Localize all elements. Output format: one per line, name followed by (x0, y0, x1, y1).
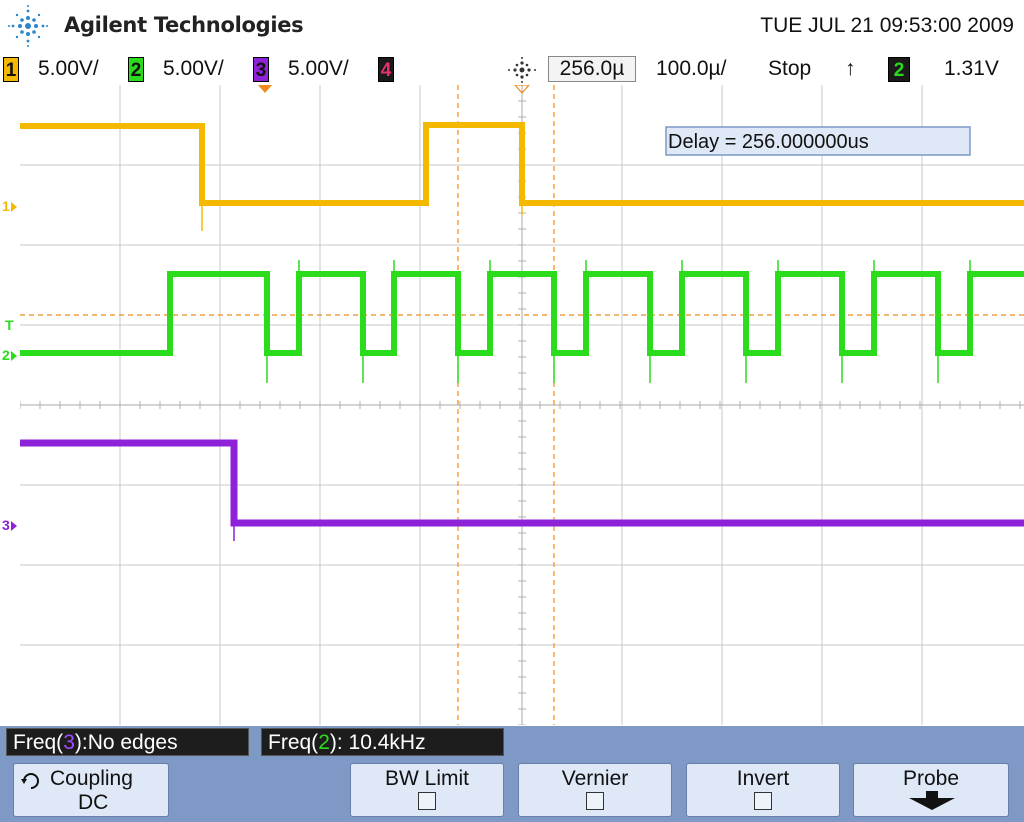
probe-softkey[interactable]: Probe (853, 763, 1009, 817)
measurement-label: Freq( (13, 731, 64, 754)
date-time: TUE JUL 21 09:53:00 2009 (760, 14, 1014, 37)
invert-label: Invert (736, 767, 790, 790)
brand-name: Agilent Technologies (64, 13, 304, 37)
invert-softkey[interactable]: Invert (686, 763, 840, 817)
channel-4-badge[interactable]: 4 (378, 57, 394, 82)
probe-label: Probe (902, 767, 960, 790)
run-state: Stop (768, 57, 812, 80)
coupling-label: Coupling (50, 767, 133, 790)
trigger-level: 1.31V (944, 57, 999, 80)
channel-1-scale: 5.00V/ (38, 57, 99, 80)
bw-limit-softkey[interactable]: BW Limit (350, 763, 504, 817)
acquisition-icon (508, 57, 536, 83)
submenu-arrow-icon (909, 791, 955, 810)
coupling-softkey[interactable]: Coupling DC (13, 763, 169, 817)
vernier-softkey[interactable]: Vernier (518, 763, 672, 817)
measurement-label: Freq( (268, 731, 319, 754)
channel-2-marker[interactable]: 2 (2, 347, 10, 363)
coupling-value: DC (78, 791, 109, 814)
delay-display[interactable]: 256.0µ (548, 56, 636, 82)
channel-3-badge[interactable]: 3 (253, 57, 269, 82)
measurement-freq-ch3: Freq(3):No edges (6, 728, 249, 756)
rotate-knob-icon (21, 773, 39, 789)
softkey-panel: Freq(3):No edges Freq(2): 10.4kHz Coupli… (0, 726, 1024, 822)
channel-3-scale: 5.00V/ (288, 57, 349, 80)
channel-2-scale: 5.00V/ (163, 57, 224, 80)
channel-1-arrow-icon (11, 202, 17, 212)
invert-checkbox[interactable] (754, 792, 772, 810)
title-bar: Agilent Technologies TUE JUL 21 09:53:00… (0, 0, 1024, 52)
measurement-channel: 3 (63, 731, 75, 754)
trigger-marker[interactable]: T (5, 317, 14, 333)
measurement-channel: 2 (318, 731, 330, 754)
channel-marker-strip: 1 T 2 3 (0, 85, 20, 725)
trigger-source-badge: 2 (888, 57, 910, 82)
measurement-value: ): 10.4kHz (329, 731, 426, 754)
channel-1-marker[interactable]: 1 (2, 198, 10, 214)
agilent-logo-icon (8, 5, 48, 47)
delay-readout: Delay = 256.000000us (668, 131, 869, 153)
measurement-value: ):No edges (74, 731, 178, 754)
channel-2-arrow-icon (11, 351, 17, 361)
channel-3-marker[interactable]: 3 (2, 517, 10, 533)
channel-3-arrow-icon (11, 521, 17, 531)
measurement-freq-ch2: Freq(2): 10.4kHz (261, 728, 504, 756)
timebase-scale: 100.0µ/ (656, 57, 727, 80)
status-bar: 1 5.00V/ 2 5.00V/ 3 5.00V/ 4 256.0µ 100.… (0, 53, 1024, 87)
channel-1-badge[interactable]: 1 (3, 57, 19, 82)
trigger-slope-icon: ↑ (845, 57, 856, 80)
bw-limit-label: BW Limit (385, 767, 469, 790)
channel-2-badge[interactable]: 2 (128, 57, 144, 82)
bw-limit-checkbox[interactable] (418, 792, 436, 810)
waveform-display[interactable]: Delay = 256.000000us (20, 85, 1024, 725)
vernier-label: Vernier (561, 767, 629, 790)
vernier-checkbox[interactable] (586, 792, 604, 810)
